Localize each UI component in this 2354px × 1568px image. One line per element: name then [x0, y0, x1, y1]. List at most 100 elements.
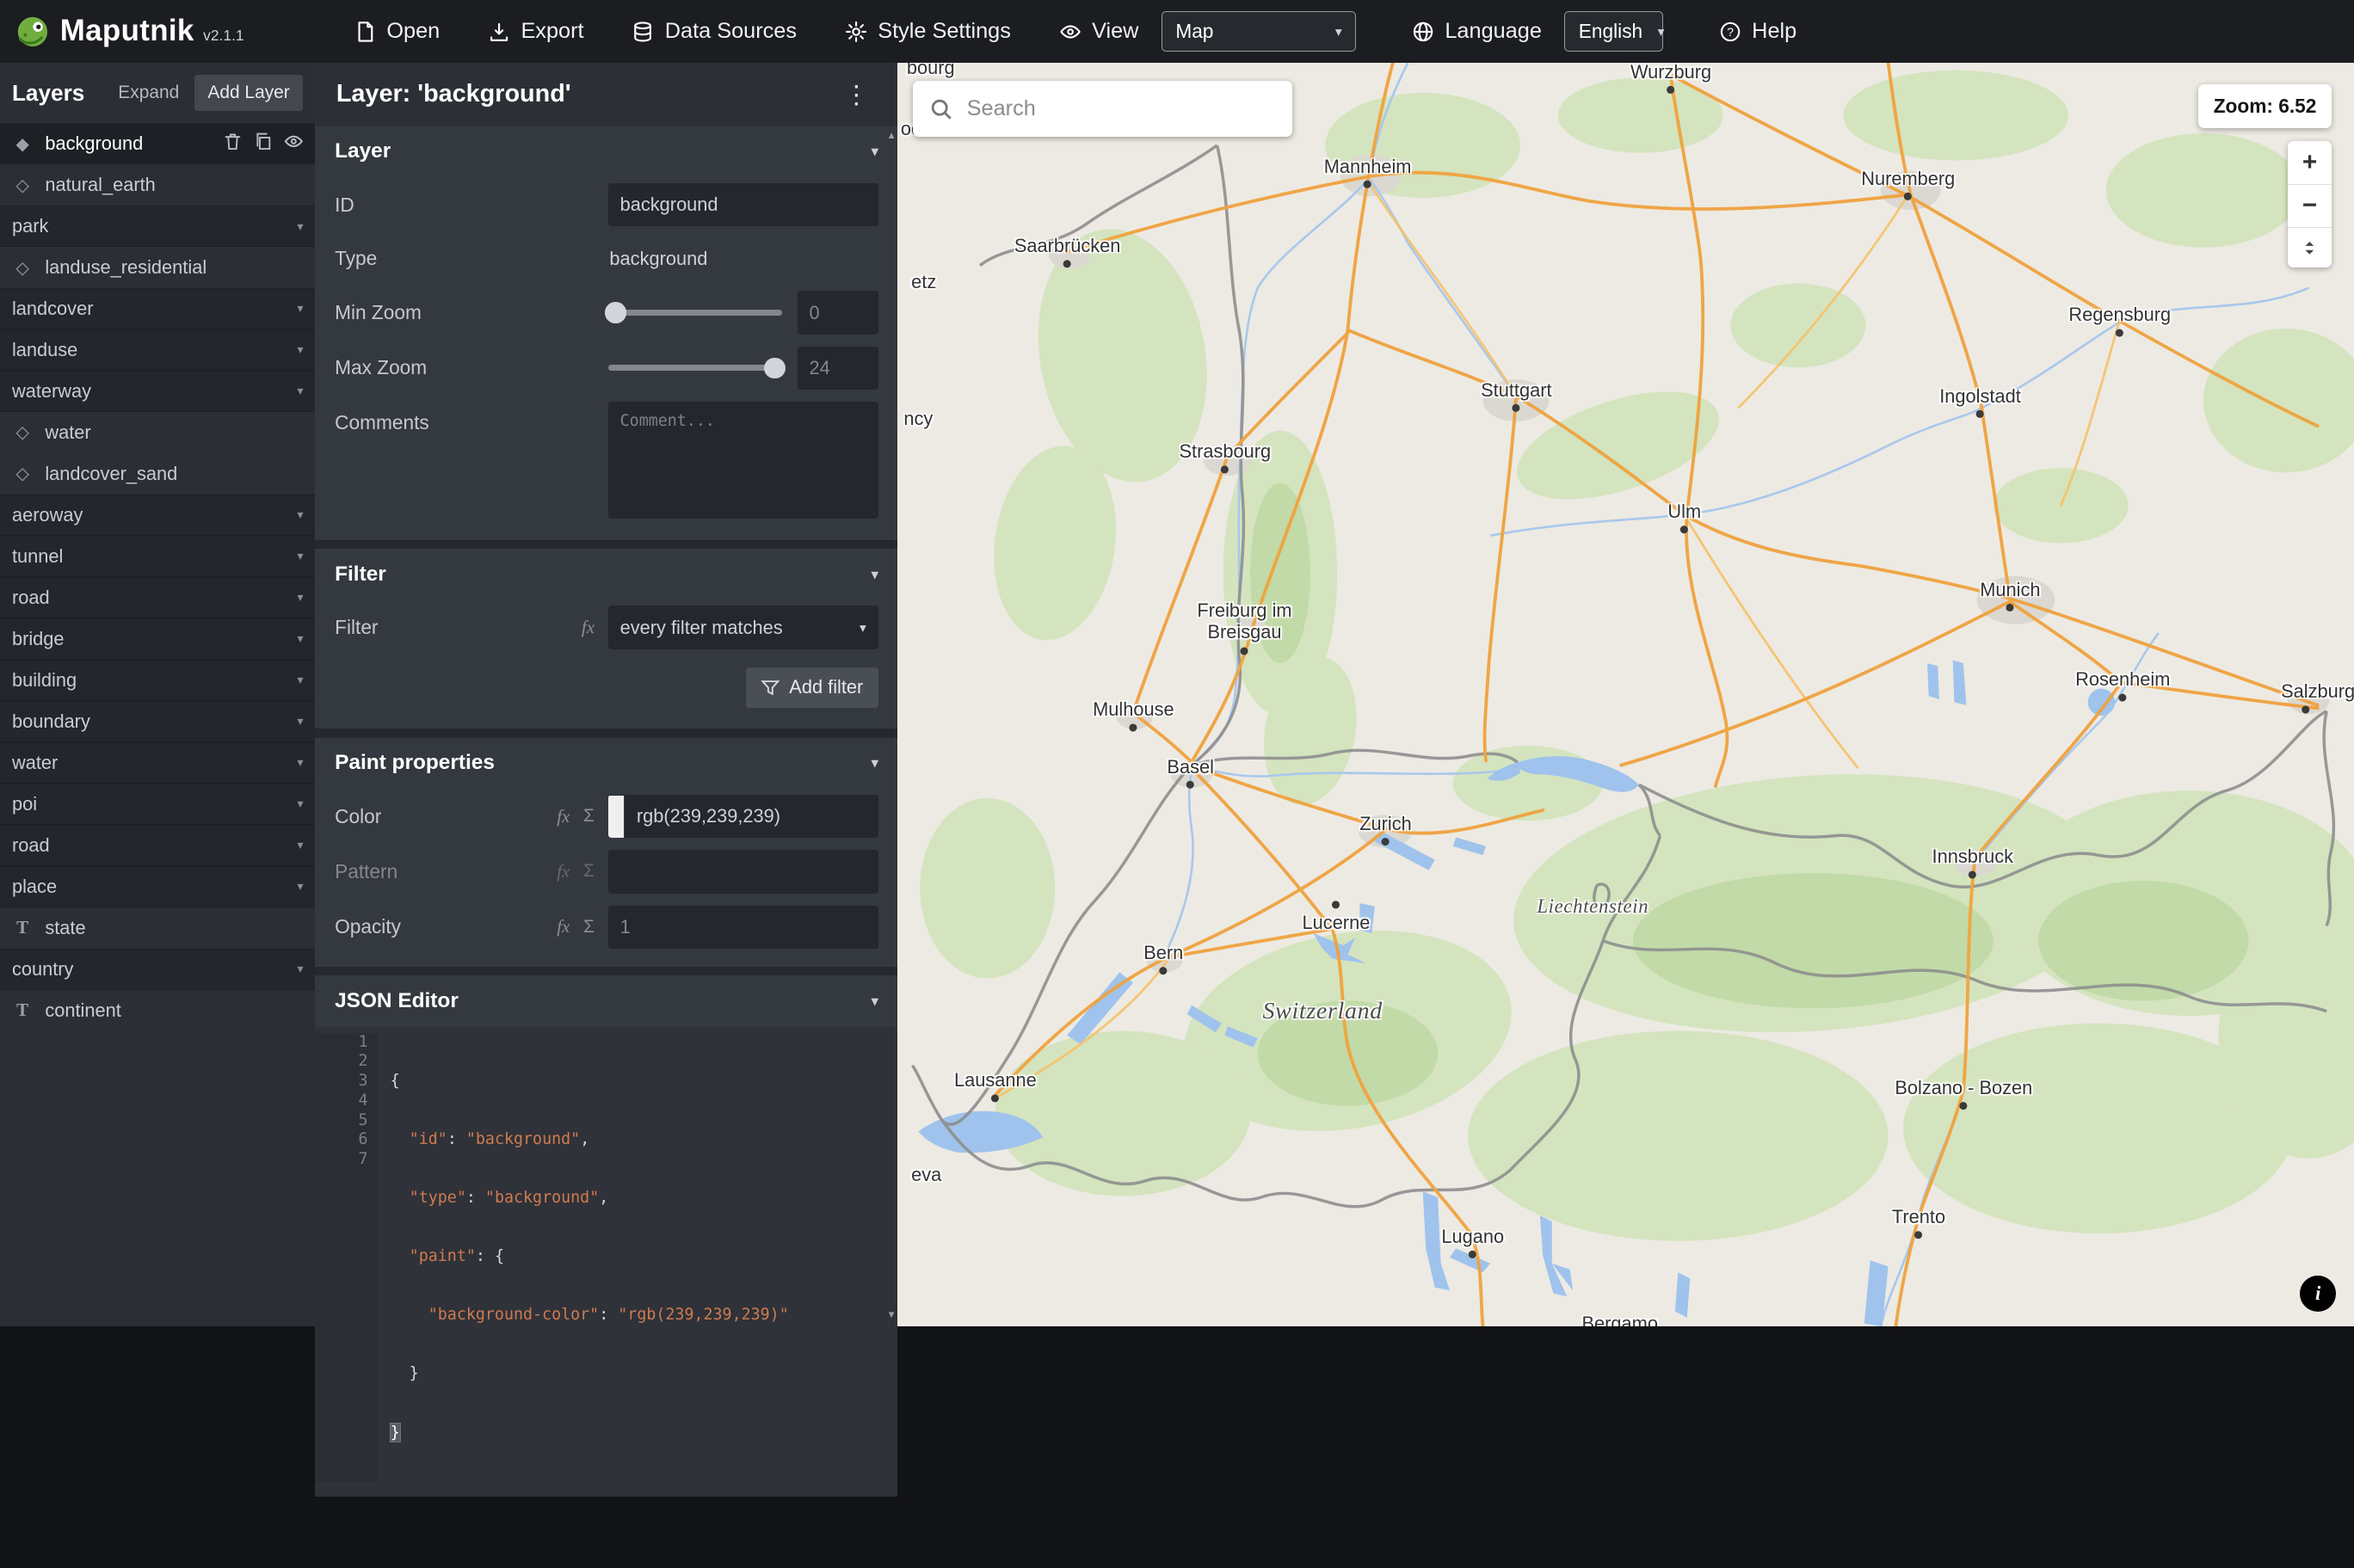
group-label: landuse [11, 338, 78, 360]
view-mode-select[interactable]: Map ▾ [1161, 11, 1357, 52]
layer-item-continent[interactable]: T continent [0, 990, 315, 1031]
sigma-data-icon[interactable]: Σ [583, 917, 595, 938]
layer-group-bridge[interactable]: bridge ▾ [0, 618, 316, 660]
layer-group-country[interactable]: country ▾ [0, 948, 316, 990]
slider-thumb[interactable] [764, 357, 786, 379]
city-label: Lausanne [953, 1069, 1037, 1091]
comments-row: Comments [315, 396, 897, 539]
data-sources-menu-item[interactable]: Data Sources [613, 19, 817, 44]
sigma-data-icon[interactable]: Σ [583, 806, 595, 827]
comments-label: Comments [335, 410, 429, 434]
pitch-arrows-icon [2305, 241, 2314, 255]
color-swatch[interactable] [607, 795, 625, 838]
layer-item-landuse-residential[interactable]: ◇ landuse_residential [0, 247, 315, 288]
data-sources-label: Data Sources [664, 19, 798, 44]
json-code[interactable]: { "id": "background", "type": "backgroun… [379, 1033, 789, 1482]
add-layer-button[interactable]: Add Layer [194, 75, 304, 111]
language-select[interactable]: English ▾ [1564, 11, 1664, 52]
layer-group-road[interactable]: road ▾ [0, 576, 316, 618]
scroll-down-icon[interactable]: ▼ [886, 1310, 896, 1320]
json-code-editor[interactable]: 1 2 3 4 5 6 7 { "id": "background", "typ… [315, 1026, 898, 1497]
layer-label: state [45, 916, 86, 938]
layer-group-waterway[interactable]: waterway ▾ [0, 370, 316, 412]
search-input[interactable] [966, 95, 1277, 121]
help-menu-item[interactable]: ? Help [1699, 19, 1816, 44]
style-settings-menu-item[interactable]: Style Settings [825, 19, 1030, 44]
expand-button[interactable]: Expand [109, 77, 188, 109]
section-paint-header[interactable]: Paint properties ▾ [315, 738, 897, 789]
fx-expression-icon[interactable]: fx [557, 916, 570, 938]
section-json-header[interactable]: JSON Editor ▾ [315, 975, 897, 1026]
help-label: Help [1752, 19, 1797, 44]
layer-item-natural-earth[interactable]: ◇ natural_earth [0, 164, 315, 206]
pitch-toggle-button[interactable] [2288, 228, 2332, 267]
layer-item-background[interactable]: ◆ background [0, 123, 316, 165]
city-label: Rosenheim [2075, 668, 2171, 691]
group-label: waterway [11, 379, 92, 402]
layer-menu-kebab-icon[interactable]: ⋮ [838, 79, 877, 110]
max-zoom-slider[interactable] [607, 357, 786, 379]
slider-thumb[interactable] [605, 302, 626, 323]
layer-item-state[interactable]: T state [0, 907, 315, 949]
type-value[interactable]: background [608, 248, 707, 270]
collapse-caret-icon: ▾ [297, 631, 304, 646]
layer-type-icon: ◆ [15, 134, 29, 154]
sigma-data-icon[interactable]: Σ [583, 861, 595, 882]
city-label: Bergamo [1581, 1312, 1658, 1327]
collapse-caret-icon: ▾ [297, 673, 304, 687]
min-zoom-input[interactable] [797, 291, 878, 335]
layer-label: continent [45, 999, 121, 1021]
city-label: Freiburg im Breisgau [1197, 600, 1292, 643]
group-label: road [11, 833, 50, 856]
layer-label: natural_earth [45, 174, 156, 196]
color-input[interactable] [624, 794, 878, 839]
layer-group-aeroway[interactable]: aeroway ▾ [0, 494, 316, 536]
layer-item-landcover-sand[interactable]: ◇ landcover_sand [0, 453, 315, 495]
open-menu-item[interactable]: Open [334, 19, 459, 44]
id-input[interactable] [607, 182, 878, 227]
layer-group-landuse[interactable]: landuse ▾ [0, 329, 316, 371]
section-layer-header[interactable]: Layer ▾ [315, 126, 897, 177]
section-filter-header[interactable]: Filter ▾ [315, 549, 897, 600]
layer-group-landcover[interactable]: landcover ▾ [0, 288, 316, 329]
collapse-caret-icon: ▾ [297, 301, 304, 316]
city-label: Regensburg [2068, 304, 2172, 326]
group-label: aeroway [11, 503, 83, 526]
layer-group-building[interactable]: building ▾ [0, 659, 316, 701]
fx-expression-icon[interactable]: fx [557, 806, 570, 827]
layer-group-road-2[interactable]: road ▾ [0, 824, 316, 866]
scroll-up-icon[interactable]: ▲ [886, 131, 896, 141]
zoom-out-button[interactable]: − [2288, 184, 2332, 229]
layer-group-place[interactable]: place ▾ [0, 865, 316, 907]
map-canvas[interactable]: Wurzburg Mannheim Nuremberg Saarbrücken … [897, 63, 2354, 1327]
comments-textarea[interactable] [607, 402, 878, 520]
filter-label: Filter [335, 616, 379, 639]
chevron-down-icon: ▾ [871, 994, 878, 1010]
attribution-info-button[interactable]: i [2300, 1276, 2337, 1313]
layer-group-water[interactable]: water ▾ [0, 741, 316, 784]
opacity-input[interactable] [607, 905, 878, 950]
export-menu-item[interactable]: Export [468, 19, 603, 44]
language-menu-item[interactable]: Language [1392, 19, 1561, 44]
layer-item-water[interactable]: ◇ water [0, 412, 315, 453]
min-zoom-slider[interactable] [605, 302, 783, 323]
duplicate-layer-icon[interactable] [254, 132, 272, 157]
layer-group-poi[interactable]: poi ▾ [0, 783, 316, 825]
group-label: road [11, 586, 50, 608]
visibility-eye-icon[interactable] [284, 132, 304, 157]
view-menu-item[interactable]: View [1039, 19, 1158, 44]
layer-group-tunnel[interactable]: tunnel ▾ [0, 535, 316, 577]
delete-layer-icon[interactable] [224, 132, 242, 157]
filter-combiner-select[interactable]: every filter matches ▾ [607, 606, 878, 649]
max-zoom-input[interactable] [797, 346, 878, 390]
zoom-in-button[interactable]: + [2288, 141, 2332, 185]
fx-expression-icon[interactable]: fx [557, 861, 570, 882]
layer-type-icon: ◇ [15, 258, 29, 278]
language-label: Language [1445, 19, 1542, 44]
layer-group-boundary[interactable]: boundary ▾ [0, 700, 316, 742]
view-label: View [1092, 19, 1139, 44]
pattern-input[interactable] [607, 850, 878, 894]
fx-expression-icon[interactable]: fx [582, 617, 595, 638]
add-filter-button[interactable]: Add filter [745, 667, 878, 708]
layer-group-park[interactable]: park ▾ [0, 206, 316, 248]
